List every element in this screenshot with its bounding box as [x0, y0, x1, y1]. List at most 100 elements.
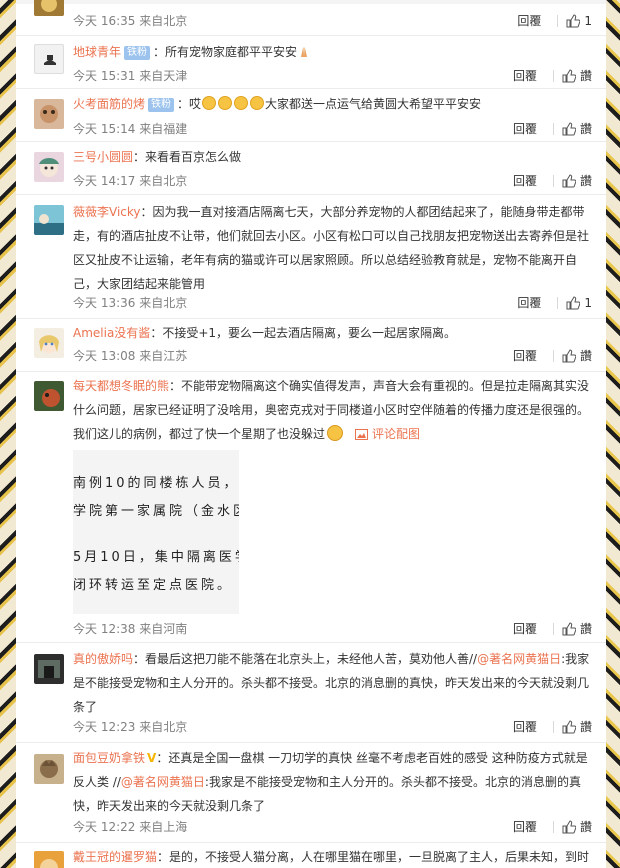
thumbs-up-icon[interactable] — [562, 68, 576, 83]
comment-image[interactable]: 南例10的同楼栋人员，现 学院第一家属院（金水区 5月10日，集中隔离医学观 闭… — [73, 450, 239, 614]
commenter-name[interactable]: 三号小圆圆 — [73, 150, 133, 164]
comment-item: 真的傲娇吗：看最后这把刀能不能落在北京头上，未经他人苦，莫劝他人善//@著名网黄… — [16, 643, 606, 743]
thumbs-up-icon[interactable] — [566, 295, 581, 310]
thumbs-up-icon[interactable] — [562, 621, 576, 636]
like-label[interactable]: 讚 — [580, 818, 592, 835]
commenter-name[interactable]: 地球青年 — [73, 45, 121, 59]
like-count: 1 — [584, 13, 592, 28]
comment-text: 反人类 // — [73, 775, 121, 789]
comment-image-label: 评论配图 — [372, 427, 421, 441]
comment-line: 己，大家团结起来能管用 — [73, 277, 206, 291]
avatar[interactable] — [34, 99, 64, 129]
comment-item: 薇薇李Vicky：因为我一直对接酒店隔离七天，大部分养宠物的人都团结起来了，能随… — [16, 195, 606, 319]
image-text-line: 南例10的同楼栋人员，现 — [73, 476, 239, 491]
laugh-cry-emoji-icon — [327, 425, 344, 441]
thumbs-up-icon[interactable] — [562, 121, 576, 136]
commenter-name[interactable]: 火考面筋的烤 — [73, 97, 145, 111]
commenter-name[interactable]: 薇薇李Vicky — [73, 205, 141, 219]
comment-line: 条了 — [73, 700, 98, 714]
comment-actions: 回覆 1 — [517, 294, 592, 311]
like-label[interactable]: 讚 — [580, 67, 592, 84]
commenter-name[interactable]: 每天都想冬眠的熊 — [73, 379, 169, 393]
mention-link[interactable]: @著名网黄猫日 — [477, 652, 561, 666]
commenter-name[interactable]: 面包豆奶拿铁 — [73, 751, 145, 765]
like-label[interactable]: 讚 — [580, 172, 592, 189]
reply-button[interactable]: 回覆 — [513, 172, 537, 189]
comment-meta: 今天 14:17 来自北京 — [73, 174, 188, 188]
reply-button[interactable]: 回覆 — [513, 818, 537, 835]
avatar[interactable] — [34, 328, 64, 358]
comment-line: 面包豆奶拿铁 V：还真是全国一盘棋 一刀切学的真快 丝毫不考虑老百姓的感受 这种防… — [73, 746, 591, 770]
reply-button[interactable]: 回覆 — [513, 347, 537, 364]
comment-body: 薇薇李Vicky：因为我一直对接酒店隔离七天，大部分养宠物的人都团结起来了，能随… — [73, 200, 591, 296]
commenter-name[interactable]: Amelia没有酱 — [73, 326, 150, 340]
reply-button[interactable]: 回覆 — [517, 294, 541, 311]
like-label[interactable]: 讚 — [580, 620, 592, 637]
comment-body: 真的傲娇吗：看最后这把刀能不能落在北京头上，未经他人苦，莫劝他人善//@著名网黄… — [73, 647, 591, 719]
comment-actions: 回覆 讚 — [513, 347, 592, 364]
comment-meta: 今天 12:38 来自河南 — [73, 622, 188, 636]
reply-button[interactable]: 回覆 — [517, 12, 541, 29]
like-label[interactable]: 讚 — [580, 718, 592, 735]
reply-button[interactable]: 回覆 — [513, 120, 537, 137]
mention-link[interactable]: @著名网黄猫日 — [121, 775, 205, 789]
pray-icon — [301, 47, 308, 57]
divider — [552, 820, 554, 833]
commenter-name[interactable]: 戴王冠的暹罗猫 — [73, 850, 157, 864]
divider — [552, 69, 554, 82]
comment-item: 每天都想冬眠的熊：不能带宠物隔离这个确实值得发声，声音大会有重视的。但是拉走隔离… — [16, 372, 606, 643]
comment-actions: 回覆 1 — [517, 12, 592, 29]
avatar[interactable] — [34, 0, 64, 16]
comment-meta: 今天 16:35 来自北京 — [73, 14, 188, 28]
comment-line: 什么问题，居家已经证明了没啥用，奥密克戎对于同楼道小区时空伴随着的传播力度还是很… — [73, 403, 590, 417]
comment-item: 地球青年 铁粉 ：所有宠物家庭都平平安安 今天 15:31 来自天津 回覆 讚 — [16, 36, 606, 89]
comment-item: 面包豆奶拿铁 V：还真是全国一盘棋 一刀切学的真快 丝毫不考虑老百姓的感受 这种防… — [16, 743, 606, 843]
reply-button[interactable]: 回覆 — [513, 718, 537, 735]
comment-body: 戴王冠的暹罗猫：是的，不接受人猫分离，人在哪里猫在哪里，一旦脱离了主人，后果未知… — [73, 845, 591, 868]
comment-body: Amelia没有酱：不接受+1，要么一起去酒店隔离，要么一起居家隔离。 — [73, 321, 591, 345]
comment-body: 面包豆奶拿铁 V：还真是全国一盘棋 一刀切学的真快 丝毫不考虑老百姓的感受 这种防… — [73, 746, 591, 818]
fan-badge: 铁粉 — [148, 98, 175, 112]
avatar[interactable] — [34, 44, 64, 74]
comment-panel: 今天 16:35 来自北京 回覆 1 地球青年 铁粉 ：所有宠物家庭都平平安安 今天… — [16, 0, 606, 868]
thumbs-up-icon[interactable] — [562, 348, 576, 363]
like-label[interactable]: 讚 — [580, 347, 592, 364]
comment-meta: 今天 12:23 来自北京 — [73, 720, 188, 734]
comment-body: 火考面筋的烤 铁粉 ：哎 大家都送一点运气给黄圆大希望平平安安 — [73, 92, 591, 116]
comment-actions: 回覆 讚 — [513, 120, 592, 137]
like-label[interactable]: 讚 — [580, 120, 592, 137]
image-icon — [355, 429, 369, 440]
comment-item: 今天 16:35 来自北京 回覆 1 — [16, 0, 606, 36]
avatar[interactable] — [34, 152, 64, 182]
thumbs-up-icon[interactable] — [562, 719, 576, 734]
avatar[interactable] — [34, 754, 64, 784]
avatar[interactable] — [34, 654, 64, 684]
divider — [552, 174, 554, 187]
comment-meta: 今天 13:36 来自北京 — [73, 296, 188, 310]
comment-line: 区又扯皮不让运输，老年有病的猫或许可以居家照顾。所以总结经验教育就是，宠物不能离… — [73, 253, 578, 267]
comment-text: ：还真是全国一盘棋 一刀切学的真快 丝毫不考虑老百姓的感受 这种防疫方式就是 — [156, 751, 588, 765]
thumbs-up-icon[interactable] — [562, 173, 576, 188]
comment-meta: 今天 12:22 来自上海 — [73, 820, 188, 834]
comment-text: :我家 — [561, 652, 590, 666]
avatar[interactable] — [34, 205, 64, 235]
comment-meta: 今天 15:14 来自福建 — [73, 122, 188, 136]
thumbs-up-icon[interactable] — [566, 13, 581, 28]
comment-line: 真的傲娇吗：看最后这把刀能不能落在北京头上，未经他人苦，莫劝他人善//@著名网黄… — [73, 647, 591, 671]
avatar[interactable] — [34, 851, 64, 868]
reply-button[interactable]: 回覆 — [513, 620, 537, 637]
comment-text: ：不接受+1，要么一起去酒店隔离，要么一起居家隔离。 — [150, 326, 457, 340]
comment-actions: 回覆 讚 — [513, 620, 592, 637]
commenter-name[interactable]: 真的傲娇吗 — [73, 652, 133, 666]
avatar[interactable] — [34, 381, 64, 411]
comment-body: 每天都想冬眠的熊：不能带宠物隔离这个确实值得发声，声音大会有重视的。但是拉走隔离… — [73, 374, 591, 446]
backdrop-right — [606, 0, 620, 868]
thumbs-up-icon[interactable] — [562, 819, 576, 834]
comment-line: 走，有的酒店扯皮不让带，他们就回去小区。小区有松口可以自己找朋友把宠物送出去寄养… — [73, 229, 590, 243]
comment-text: :我家是不能接受宠物和主人分开的。杀头都不接受。北京的消息删的真 — [204, 775, 581, 789]
comment-meta: 今天 15:31 来自天津 — [73, 69, 188, 83]
comment-line: 是不能接受宠物和主人分开的。杀头都不接受。北京的消息删的真快，昨天发出来的今天就… — [73, 676, 590, 690]
reply-button[interactable]: 回覆 — [513, 67, 537, 84]
comment-image-link[interactable]: 评论配图 — [355, 427, 420, 441]
comment-text: ：是的，不接受人猫分离，人在哪里猫在哪里，一旦脱离了主人，后果未知，到时 — [157, 850, 590, 864]
